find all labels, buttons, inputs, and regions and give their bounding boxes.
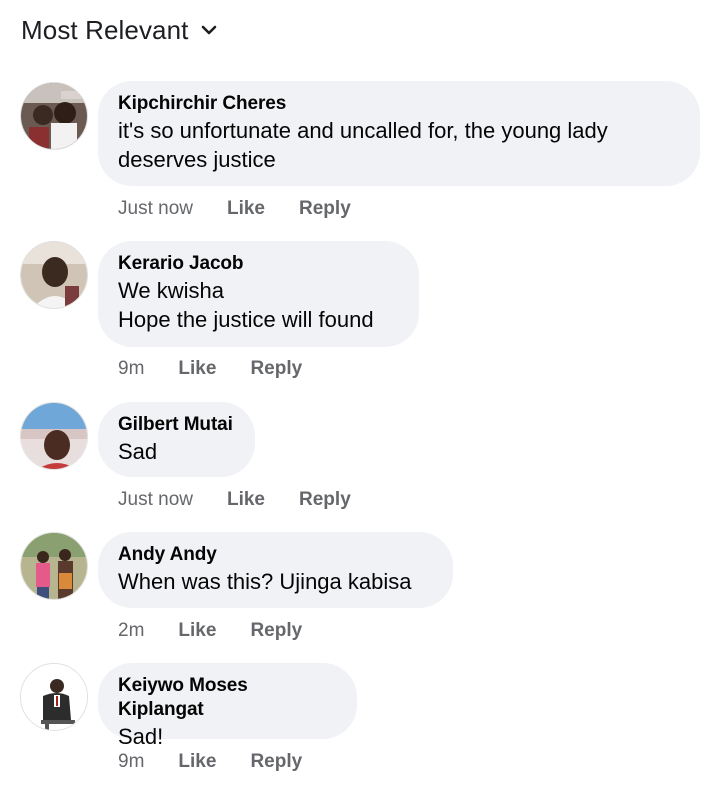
comment-actions: 2m Like Reply bbox=[118, 619, 302, 643]
sort-label: Most Relevant bbox=[21, 14, 189, 45]
comment-time[interactable]: 9m bbox=[118, 750, 144, 774]
comment-text: We kwisha Hope the justice will found bbox=[118, 278, 374, 332]
comment-actions: Just now Like Reply bbox=[118, 488, 351, 512]
avatar[interactable] bbox=[20, 82, 88, 150]
like-button[interactable]: Like bbox=[178, 619, 216, 643]
reply-button[interactable]: Reply bbox=[250, 357, 302, 381]
comment-text: Sad! bbox=[118, 724, 164, 749]
comment-text: Sad bbox=[118, 439, 158, 464]
reply-button[interactable]: Reply bbox=[299, 197, 351, 221]
avatar[interactable] bbox=[20, 241, 88, 309]
comment-time[interactable]: 9m bbox=[118, 357, 144, 381]
comment-actions: 9m Like Reply bbox=[118, 750, 302, 774]
reply-button[interactable]: Reply bbox=[250, 750, 302, 774]
comment-bubble: Andy Andy When was this? Ujinga kabisa bbox=[98, 532, 453, 608]
comment-bubble: Keiywo Moses Kiplangat Sad! bbox=[98, 663, 357, 749]
comment-author[interactable]: Gilbert Mutai bbox=[118, 413, 233, 437]
comment-bubble: Gilbert Mutai Sad bbox=[98, 402, 255, 477]
comment-time[interactable]: Just now bbox=[118, 488, 193, 512]
like-button[interactable]: Like bbox=[178, 750, 216, 774]
comment-author[interactable]: Andy Andy bbox=[118, 543, 431, 567]
comment-author[interactable]: Kerario Jacob bbox=[118, 252, 397, 276]
reply-button[interactable]: Reply bbox=[250, 619, 302, 643]
like-button[interactable]: Like bbox=[227, 197, 265, 221]
avatar[interactable] bbox=[20, 402, 88, 470]
reply-button[interactable]: Reply bbox=[299, 488, 351, 512]
comment-bubble: Kerario Jacob We kwisha Hope the justice… bbox=[98, 241, 419, 347]
chevron-down-icon bbox=[200, 21, 218, 39]
avatar[interactable] bbox=[20, 663, 88, 731]
like-button[interactable]: Like bbox=[178, 357, 216, 381]
comment-bubble: Kipchirchir Cheres it's so unfortunate a… bbox=[98, 81, 700, 186]
comment-text: it's so unfortunate and uncalled for, th… bbox=[118, 118, 608, 172]
comment-time[interactable]: 2m bbox=[118, 619, 144, 643]
avatar[interactable] bbox=[20, 532, 88, 600]
comment-text: When was this? Ujinga kabisa bbox=[118, 569, 412, 594]
like-button[interactable]: Like bbox=[227, 488, 265, 512]
sort-dropdown[interactable]: Most Relevant bbox=[21, 12, 218, 48]
comment-time[interactable]: Just now bbox=[118, 197, 193, 221]
comment-actions: Just now Like Reply bbox=[118, 197, 351, 221]
comment-author[interactable]: Kipchirchir Cheres bbox=[118, 92, 678, 116]
comment-author[interactable]: Keiywo Moses Kiplangat bbox=[118, 674, 335, 722]
comment-actions: 9m Like Reply bbox=[118, 357, 302, 381]
